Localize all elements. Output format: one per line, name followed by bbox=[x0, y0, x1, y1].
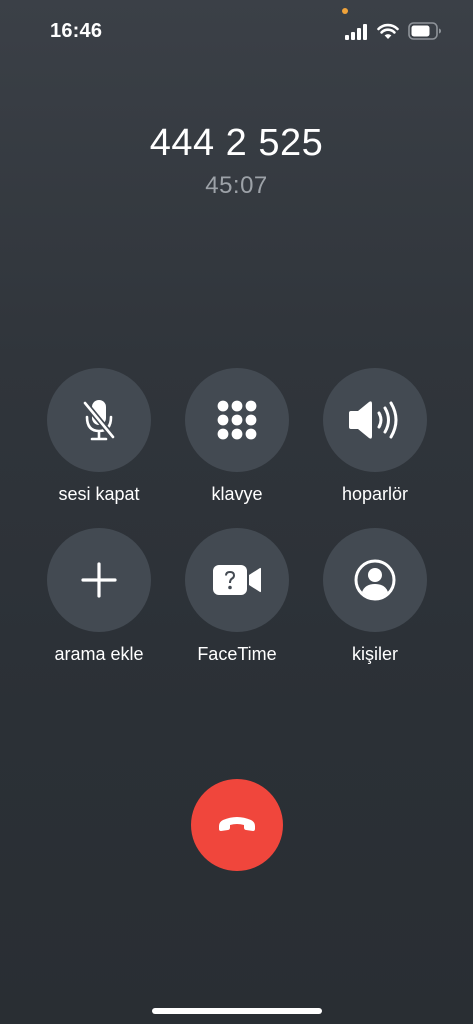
status-bar: 16:46 bbox=[0, 0, 473, 60]
contacts-button-circle[interactable] bbox=[323, 528, 427, 632]
home-indicator[interactable] bbox=[152, 1008, 322, 1014]
caller-number: 444 2 525 bbox=[149, 122, 324, 164]
speaker-icon bbox=[349, 401, 398, 439]
mute-button[interactable]: sesi kapat bbox=[29, 368, 169, 505]
keypad-icon bbox=[217, 400, 257, 440]
speaker-button-circle[interactable] bbox=[323, 368, 427, 472]
wifi-icon bbox=[377, 23, 399, 39]
keypad-label: klavye bbox=[211, 484, 263, 504]
facetime-button-circle[interactable] bbox=[185, 528, 289, 632]
contacts-icon bbox=[354, 559, 396, 601]
mute-button-circle[interactable] bbox=[47, 368, 151, 472]
microphone-in-use-indicator bbox=[342, 8, 348, 14]
status-time: 16:46 bbox=[50, 20, 103, 42]
microphone-slash-icon bbox=[82, 400, 116, 441]
end-call-icon bbox=[219, 817, 255, 831]
facetime-label: FaceTime bbox=[197, 644, 277, 664]
plus-icon bbox=[81, 562, 117, 598]
add-call-label: arama ekle bbox=[54, 644, 144, 664]
call-screen: 16:46 444 2 525 45:07 sesi kapat klavye … bbox=[0, 0, 473, 1024]
keypad-button[interactable]: klavye bbox=[167, 368, 307, 505]
keypad-button-circle[interactable] bbox=[185, 368, 289, 472]
mute-label: sesi kapat bbox=[58, 484, 140, 504]
contacts-button[interactable]: kişiler bbox=[305, 528, 445, 665]
speaker-label: hoparlör bbox=[341, 484, 409, 504]
signal-icon bbox=[345, 24, 367, 40]
end-call-button[interactable] bbox=[191, 779, 283, 871]
add-call-button[interactable]: arama ekle bbox=[29, 528, 169, 665]
facetime-unavailable-icon bbox=[213, 565, 261, 595]
contacts-label: kişiler bbox=[351, 644, 398, 664]
facetime-button[interactable]: FaceTime bbox=[167, 528, 307, 665]
call-duration: 45:07 bbox=[205, 172, 268, 199]
speaker-button[interactable]: hoparlör bbox=[305, 368, 445, 505]
battery-icon bbox=[408, 22, 441, 40]
add-call-button-circle[interactable] bbox=[47, 528, 151, 632]
